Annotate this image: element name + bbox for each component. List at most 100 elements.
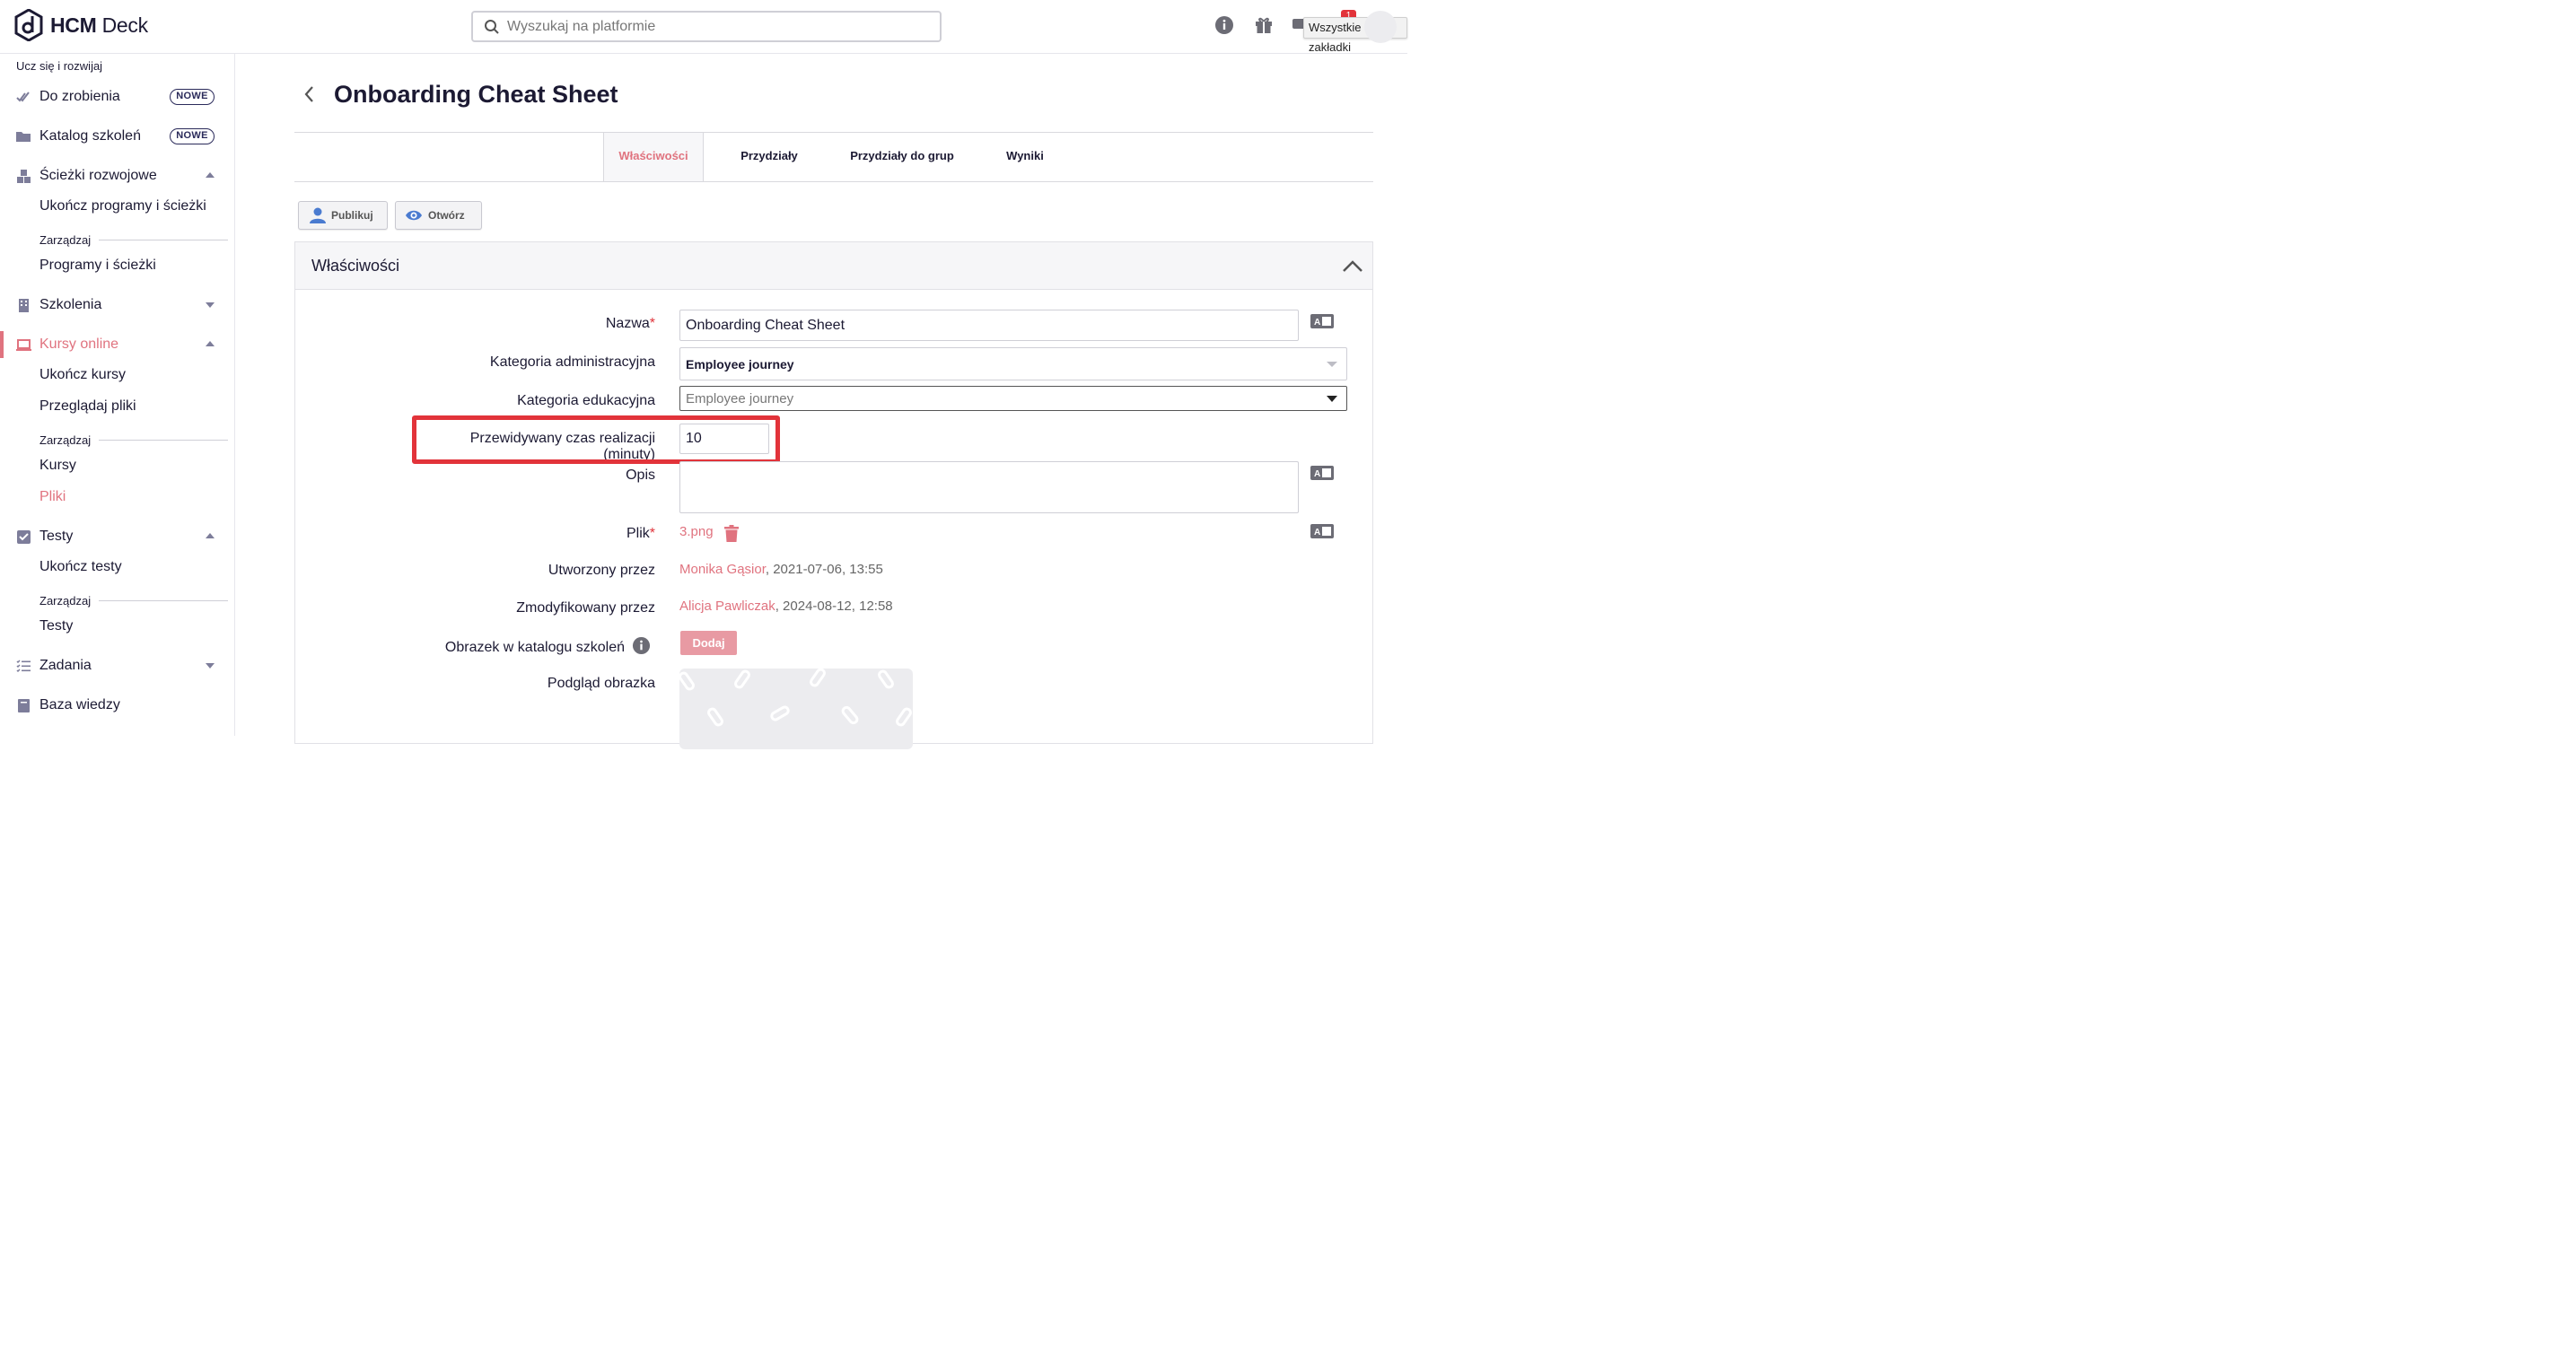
top-bar: HCM Deck 1 Wszystkie zakładki bbox=[0, 0, 1407, 54]
search-input[interactable] bbox=[507, 18, 920, 35]
name-field[interactable]: Onboarding Cheat Sheet bbox=[679, 310, 1299, 341]
sidebar-item-ukoncz-kursy[interactable]: Ukończ kursy bbox=[39, 367, 126, 383]
sidebar-item-baza-wiedzy[interactable]: Baza wiedzy bbox=[0, 692, 233, 719]
sidebar-item-label: Baza wiedzy bbox=[39, 697, 120, 712]
admin-category-select[interactable]: Employee journey bbox=[679, 347, 1347, 380]
avatar[interactable] bbox=[1364, 11, 1397, 43]
created-info: Monika Gąsior, 2021-07-06, 13:55 bbox=[679, 562, 883, 577]
back-chevron-icon[interactable] bbox=[302, 84, 316, 104]
sidebar-item-szkolenia[interactable]: Szkolenia bbox=[0, 292, 233, 319]
panel-header[interactable]: Właściwości bbox=[295, 242, 1372, 290]
trash-icon[interactable] bbox=[724, 525, 739, 542]
chevron-up-icon[interactable] bbox=[1342, 258, 1363, 273]
sidebar-item-przegladaj-pliki[interactable]: Przeglądaj pliki bbox=[39, 398, 136, 415]
expand-caret-icon[interactable] bbox=[206, 302, 215, 308]
expand-caret-icon[interactable] bbox=[206, 663, 215, 669]
divider bbox=[294, 132, 1373, 133]
logo[interactable]: HCM Deck bbox=[14, 9, 148, 41]
building-icon bbox=[19, 298, 29, 312]
user-icon bbox=[310, 207, 326, 223]
translate-icon[interactable]: A bbox=[1310, 314, 1334, 328]
translate-icon[interactable]: A bbox=[1310, 524, 1334, 538]
cubes-icon bbox=[17, 169, 31, 183]
checkbox-icon bbox=[17, 529, 31, 544]
divider bbox=[99, 440, 228, 441]
gift-icon[interactable] bbox=[1254, 15, 1274, 35]
manage-label: Zarządzaj bbox=[39, 433, 228, 447]
tab-przydzialy[interactable]: Przydziały bbox=[723, 133, 815, 182]
svg-text:A: A bbox=[1314, 528, 1320, 538]
modified-label: Zmodyfikowany przez bbox=[516, 600, 655, 616]
double-check-icon bbox=[16, 91, 30, 102]
sidebar-item-katalog-szkolen[interactable]: Katalog szkoleń NOWE bbox=[0, 123, 233, 150]
search-icon bbox=[485, 19, 499, 34]
svg-text:A: A bbox=[1314, 469, 1320, 479]
catalog-image-label: Obrazek w katalogu szkoleń bbox=[444, 640, 625, 655]
admin-category-label: Kategoria administracyjna bbox=[489, 354, 655, 370]
sidebar-item-zadania[interactable]: Zadania bbox=[0, 652, 233, 679]
manage-label: Zarządzaj bbox=[39, 233, 228, 247]
file-link[interactable]: 3.png bbox=[679, 524, 714, 539]
info-icon[interactable] bbox=[1214, 15, 1234, 35]
open-button[interactable]: Otwórz bbox=[395, 201, 482, 230]
sidebar-item-kursy-online[interactable]: Kursy online bbox=[0, 331, 233, 358]
folder-icon bbox=[16, 131, 31, 142]
svg-text:A: A bbox=[1314, 318, 1320, 328]
tab-wyniki[interactable]: Wyniki bbox=[987, 133, 1063, 182]
created-label: Utworzony przez bbox=[548, 563, 655, 578]
sidebar-section-label: Ucz się i rozwijaj bbox=[16, 59, 103, 73]
new-badge: NOWE bbox=[170, 89, 215, 105]
chevron-down-icon bbox=[1327, 396, 1337, 402]
tab-wlasciwosci[interactable]: Właściwości bbox=[603, 133, 704, 182]
sidebar-item-label: Kursy online bbox=[39, 336, 119, 352]
chevron-down-icon bbox=[1327, 362, 1337, 367]
modified-by-link[interactable]: Alicja Pawliczak bbox=[679, 599, 775, 614]
page-title: Onboarding Cheat Sheet bbox=[334, 81, 618, 108]
sidebar-item-label: Szkolenia bbox=[39, 297, 102, 312]
description-field[interactable] bbox=[679, 461, 1299, 513]
panel-title: Właściwości bbox=[311, 257, 400, 275]
sidebar-item-label: Testy bbox=[39, 529, 74, 544]
image-preview bbox=[679, 669, 913, 749]
divider bbox=[99, 600, 228, 601]
created-by-link[interactable]: Monika Gąsior bbox=[679, 562, 766, 577]
sidebar-item-programy-i-sciezki[interactable]: Programy i ścieżki bbox=[39, 258, 156, 274]
modified-info: Alicja Pawliczak, 2024-08-12, 12:58 bbox=[679, 599, 893, 614]
name-label: Nazwa* bbox=[605, 316, 655, 331]
sidebar-item-ukoncz-programy[interactable]: Ukończ programy i ścieżki bbox=[39, 198, 206, 214]
book-icon bbox=[18, 698, 30, 712]
highlight-box bbox=[412, 415, 780, 464]
collapse-caret-icon[interactable] bbox=[206, 533, 215, 538]
collapse-caret-icon[interactable] bbox=[206, 341, 215, 346]
new-badge: NOWE bbox=[170, 128, 215, 144]
sidebar-item-pliki[interactable]: Pliki bbox=[39, 489, 66, 505]
sidebar-item-ukoncz-testy[interactable]: Ukończ testy bbox=[39, 559, 122, 575]
search-box[interactable] bbox=[471, 11, 942, 42]
edu-category-label: Kategoria edukacyjna bbox=[517, 393, 655, 408]
tab-przydzialy-do-grup[interactable]: Przydziały do grup bbox=[835, 133, 969, 182]
sidebar-item-label: Katalog szkoleń bbox=[39, 128, 141, 144]
sidebar-item-testy-manage[interactable]: Testy bbox=[39, 618, 73, 634]
add-button[interactable]: Dodaj bbox=[680, 631, 737, 655]
edu-category-select[interactable]: Employee journey bbox=[679, 386, 1347, 411]
sidebar-item-testy[interactable]: Testy bbox=[0, 523, 233, 550]
collapse-caret-icon[interactable] bbox=[206, 172, 215, 178]
publish-button[interactable]: Publikuj bbox=[298, 201, 388, 230]
sidebar-item-sciezki-rozwojowe[interactable]: Ścieżki rozwojowe bbox=[0, 162, 233, 189]
sidebar: Ucz się i rozwijaj Do zrobienia NOWE Kat… bbox=[0, 54, 235, 736]
sidebar-item-label: Zadania bbox=[39, 658, 92, 673]
paperclip-pattern-icon bbox=[679, 669, 912, 727]
divider bbox=[294, 181, 1373, 182]
translate-icon[interactable]: A bbox=[1310, 466, 1334, 480]
logo-hexagon-icon bbox=[14, 9, 43, 41]
sidebar-item-do-zrobienia[interactable]: Do zrobienia NOWE bbox=[0, 83, 233, 110]
list-icon bbox=[16, 659, 31, 672]
sidebar-item-kursy[interactable]: Kursy bbox=[39, 458, 76, 474]
manage-label: Zarządzaj bbox=[39, 594, 228, 607]
preview-label: Podgląd obrazka bbox=[547, 676, 655, 691]
file-label: Plik* bbox=[626, 526, 655, 541]
eye-icon bbox=[406, 210, 422, 221]
info-icon[interactable] bbox=[632, 636, 651, 655]
sidebar-item-label: Ścieżki rozwojowe bbox=[39, 168, 157, 183]
logo-text: HCM Deck bbox=[50, 13, 148, 37]
